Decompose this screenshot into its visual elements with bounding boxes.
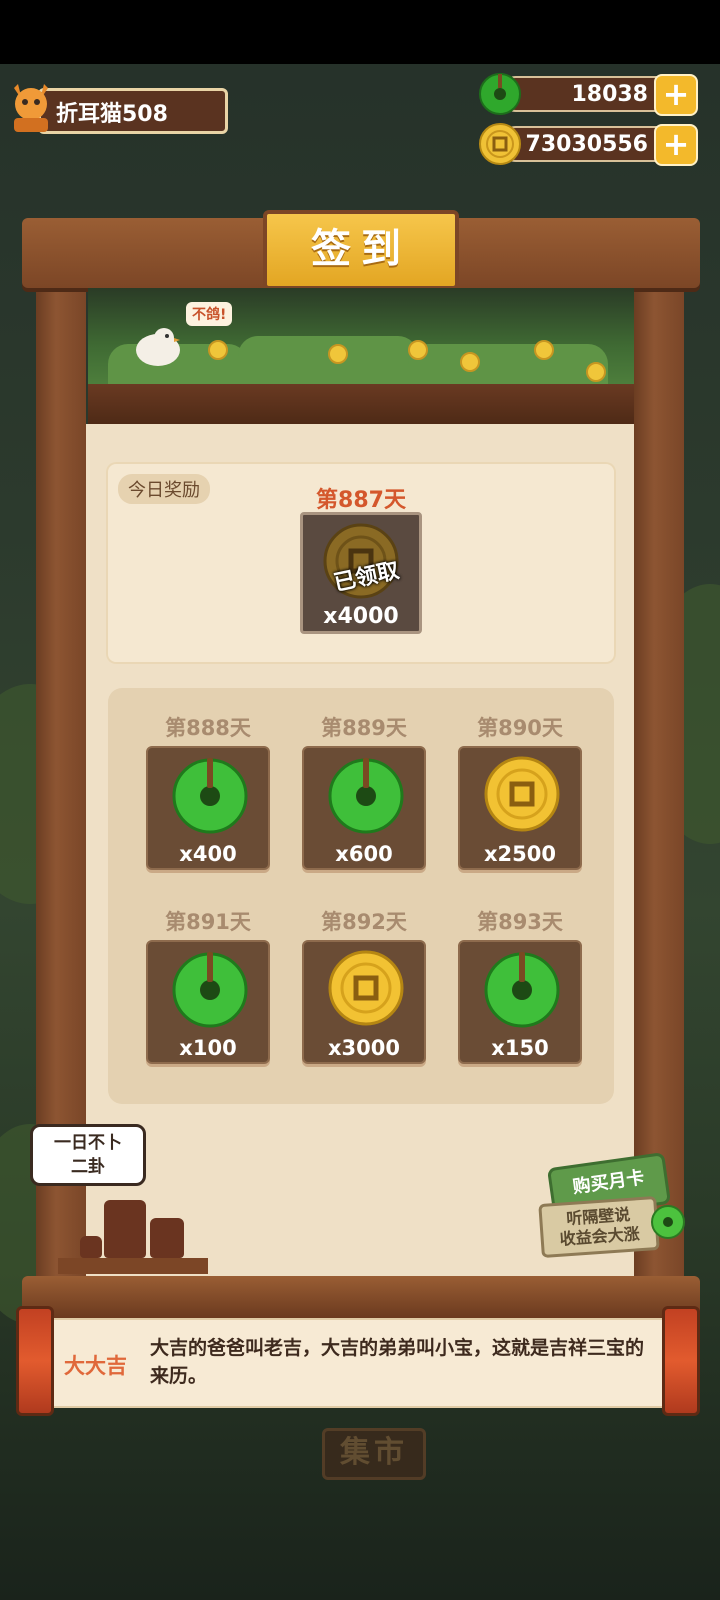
reward-amount: x2500: [484, 842, 556, 866]
jade-resource: 18038 +: [478, 73, 698, 116]
bottom-beam: [22, 1276, 700, 1318]
jade-value: 18038: [571, 82, 648, 107]
gold-coin-icon: [479, 123, 521, 165]
today-reward-box[interactable]: 已领取 x4000: [300, 512, 422, 634]
reward-amount: x100: [179, 1036, 237, 1060]
reward-cell[interactable]: 第889天 x600: [300, 712, 428, 892]
reward-box[interactable]: x2500: [458, 746, 582, 870]
reward-box[interactable]: x100: [146, 940, 270, 1064]
jade-coin-icon: [172, 758, 248, 834]
jade-coin-icon: [328, 758, 404, 834]
reward-cell[interactable]: 第890天 x2500: [456, 712, 584, 892]
reward-box[interactable]: x3000: [302, 940, 426, 1064]
bird-speech: 不鸽!: [186, 302, 233, 326]
reward-box[interactable]: x400: [146, 746, 270, 870]
reward-day: 第891天: [165, 910, 251, 934]
reward-day: 第890天: [477, 716, 563, 740]
gold-coin-icon: [328, 950, 404, 1026]
scroll-end-right: [662, 1306, 700, 1416]
reward-day: 第892天: [321, 910, 407, 934]
reward-cell[interactable]: 第892天 x3000: [300, 906, 428, 1086]
jade-coin-icon: [172, 952, 248, 1028]
jade-coin-icon: [651, 1205, 685, 1239]
orange-cat-avatar-icon: [14, 84, 48, 132]
jar-decoration: [80, 1236, 102, 1258]
rail-decoration: [88, 384, 634, 424]
jar-decoration: [104, 1200, 146, 1258]
jade-coin-icon: [484, 952, 560, 1028]
reward-box[interactable]: x150: [458, 940, 582, 1064]
dialogue-message: 大吉的爸爸叫老吉，大吉的弟弟叫小宝，这就是吉祥三宝的来历。: [150, 1337, 645, 1387]
today-reward-card: 今日奖励 第887天 已领取 x4000: [106, 462, 616, 664]
reward-cell[interactable]: 第891天 x100: [144, 906, 272, 1086]
reward-amount: x400: [179, 842, 237, 866]
reward-amount: x600: [335, 842, 393, 866]
speaker-name: 大大吉: [64, 1354, 127, 1378]
fortune-bubble[interactable]: 一日不卜 二卦: [30, 1124, 146, 1186]
gold-coin-icon: [484, 756, 560, 832]
player-name: 折耳猫508: [56, 102, 168, 127]
month-card-promo[interactable]: 购买月卡 听隔壁说 收益会大涨: [538, 1140, 698, 1260]
coin-value: 73030556: [525, 132, 648, 157]
month-card-sign: 听隔壁说 收益会大涨: [538, 1195, 660, 1259]
market-button[interactable]: 集市: [322, 1428, 426, 1480]
shelf-decoration: [58, 1258, 208, 1274]
scroll-end-left: [16, 1306, 54, 1416]
dialogue-scroll: 大大吉 大吉的爸爸叫老吉，大吉的弟弟叫小宝，这就是吉祥三宝的来历。: [52, 1318, 664, 1408]
today-amount: x4000: [323, 604, 399, 629]
add-coins-button[interactable]: +: [654, 124, 698, 166]
signin-title: 签到: [263, 210, 459, 290]
player-badge[interactable]: 折耳猫508: [8, 84, 228, 136]
reward-day: 第889天: [321, 716, 407, 740]
reward-box[interactable]: x600: [302, 746, 426, 870]
bird-icon: [136, 328, 180, 366]
right-post: [634, 228, 684, 1288]
fortune-line-2: 二卦: [71, 1157, 105, 1177]
reward-amount: x3000: [328, 1036, 400, 1060]
reward-amount: x150: [491, 1036, 549, 1060]
fortune-line-1: 一日不卜: [54, 1133, 122, 1153]
reward-cell[interactable]: 第893天 x150: [456, 906, 584, 1086]
reward-day: 第888天: [165, 716, 251, 740]
jade-coin-icon: [479, 73, 521, 115]
reward-day: 第893天: [477, 910, 563, 934]
today-day: 第887天: [316, 488, 406, 513]
jar-decoration: [150, 1218, 184, 1258]
coin-resource: 73030556 +: [478, 123, 698, 166]
add-jade-button[interactable]: +: [654, 74, 698, 116]
status-bar: [0, 0, 720, 64]
reward-cell[interactable]: 第888天 x400: [144, 712, 272, 892]
